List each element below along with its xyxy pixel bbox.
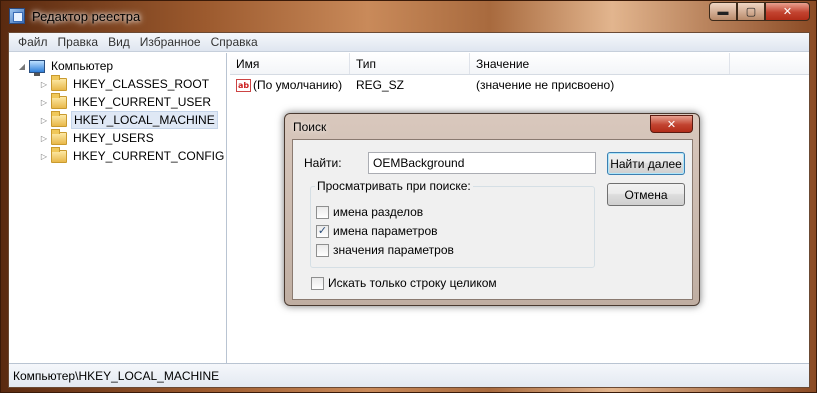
menu-file[interactable]: Файл bbox=[13, 35, 53, 49]
menu-bar: Файл Правка Вид Избранное Справка bbox=[9, 33, 809, 52]
option-whole-string[interactable]: Искать только строку целиком bbox=[311, 276, 497, 290]
status-path: Компьютер\HKEY_LOCAL_MACHINE bbox=[13, 368, 220, 383]
option-label: значения параметров bbox=[333, 243, 454, 257]
value-data: (значение не присвоено) bbox=[476, 78, 615, 92]
find-next-button[interactable]: Найти далее bbox=[607, 152, 685, 175]
checkbox-unchecked[interactable] bbox=[311, 276, 324, 290]
registry-tree[interactable]: ◢ Компьютер ▷ HKEY_CLASSES_ROOT ▷ HKEY_C… bbox=[9, 53, 227, 363]
collapsed-arrow-icon[interactable]: ▷ bbox=[39, 134, 49, 143]
folder-icon bbox=[51, 74, 67, 91]
option-value-names[interactable]: ✓ имена параметров bbox=[316, 224, 438, 238]
group-label: Просматривать при поиске: bbox=[315, 179, 473, 193]
folder-icon bbox=[51, 92, 67, 109]
dialog-close-button[interactable]: ✕ bbox=[650, 115, 693, 133]
find-input[interactable] bbox=[368, 152, 596, 174]
dialog-title: Поиск bbox=[293, 120, 327, 134]
column-header-name[interactable]: Имя bbox=[230, 53, 350, 74]
tree-item-hklm[interactable]: ▷ HKEY_LOCAL_MACHINE bbox=[39, 110, 218, 129]
menu-favorites[interactable]: Избранное bbox=[135, 35, 206, 49]
tree-label: HKEY_CURRENT_CONFIG bbox=[73, 149, 225, 163]
tree-label: HKEY_CURRENT_USER bbox=[73, 95, 212, 109]
tree-label: HKEY_USERS bbox=[73, 131, 154, 145]
checkbox-unchecked[interactable] bbox=[316, 243, 329, 257]
value-type: REG_SZ bbox=[356, 78, 405, 92]
string-value-icon: ab bbox=[236, 78, 251, 92]
tree-item-hkcr[interactable]: ▷ HKEY_CLASSES_ROOT bbox=[39, 74, 211, 93]
tree-item-computer[interactable]: ◢ Компьютер bbox=[17, 57, 115, 76]
find-dialog: Поиск ✕ Найти: Найти далее Отмена Просма… bbox=[284, 113, 700, 306]
value-name: (По умолчанию) bbox=[253, 78, 343, 92]
folder-icon bbox=[51, 146, 67, 163]
option-label: имена разделов bbox=[333, 205, 424, 219]
collapsed-arrow-icon[interactable]: ▷ bbox=[39, 152, 49, 161]
dialog-body: Найти: Найти далее Отмена Просматривать … bbox=[292, 139, 693, 300]
registry-editor-window: Редактор реестра ▬ ▢ ✕ Файл Правка Вид И… bbox=[0, 0, 817, 393]
list-header: Имя Тип Значение bbox=[230, 53, 809, 75]
collapsed-arrow-icon[interactable]: ▷ bbox=[39, 116, 49, 125]
window-controls: ▬ ▢ ✕ bbox=[709, 2, 810, 21]
tree-label: Компьютер bbox=[51, 59, 114, 73]
checkbox-checked[interactable]: ✓ bbox=[316, 224, 329, 238]
option-label: имена параметров bbox=[333, 224, 438, 238]
folder-icon bbox=[51, 110, 67, 127]
computer-icon bbox=[29, 59, 45, 76]
search-scope-group: Просматривать при поиске: имена разделов… bbox=[310, 179, 595, 268]
tree-label-selected: HKEY_LOCAL_MACHINE bbox=[71, 111, 218, 129]
list-item[interactable]: ab (По умолчанию) REG_SZ (значение не пр… bbox=[230, 75, 809, 95]
expanded-arrow-icon[interactable]: ◢ bbox=[17, 62, 27, 71]
tree-item-hkcu[interactable]: ▷ HKEY_CURRENT_USER bbox=[39, 92, 213, 111]
window-title: Редактор реестра bbox=[32, 8, 141, 24]
find-label: Найти: bbox=[304, 156, 342, 170]
folder-icon bbox=[51, 128, 67, 145]
status-bar: Компьютер\HKEY_LOCAL_MACHINE bbox=[9, 363, 809, 387]
value-name-cell: ab (По умолчанию) bbox=[230, 78, 350, 92]
menu-edit[interactable]: Правка bbox=[53, 35, 104, 49]
registry-editor-icon bbox=[9, 8, 25, 24]
option-keys[interactable]: имена разделов bbox=[316, 205, 423, 219]
menu-view[interactable]: Вид bbox=[103, 35, 135, 49]
cancel-button[interactable]: Отмена bbox=[607, 183, 685, 206]
column-header-value[interactable]: Значение bbox=[470, 53, 730, 74]
tree-item-hku[interactable]: ▷ HKEY_USERS bbox=[39, 128, 156, 147]
maximize-button[interactable]: ▢ bbox=[737, 2, 765, 21]
tree-item-hkcc[interactable]: ▷ HKEY_CURRENT_CONFIG bbox=[39, 146, 226, 165]
collapsed-arrow-icon[interactable]: ▷ bbox=[39, 98, 49, 107]
minimize-button[interactable]: ▬ bbox=[709, 2, 737, 21]
column-header-type[interactable]: Тип bbox=[350, 53, 470, 74]
option-value-data[interactable]: значения параметров bbox=[316, 243, 454, 257]
title-bar[interactable]: Редактор реестра ▬ ▢ ✕ bbox=[1, 1, 816, 31]
option-label: Искать только строку целиком bbox=[328, 276, 497, 290]
tree-label: HKEY_CLASSES_ROOT bbox=[73, 77, 210, 91]
collapsed-arrow-icon[interactable]: ▷ bbox=[39, 80, 49, 89]
close-button[interactable]: ✕ bbox=[765, 2, 810, 21]
checkbox-unchecked[interactable] bbox=[316, 205, 329, 219]
menu-help[interactable]: Справка bbox=[206, 35, 263, 49]
